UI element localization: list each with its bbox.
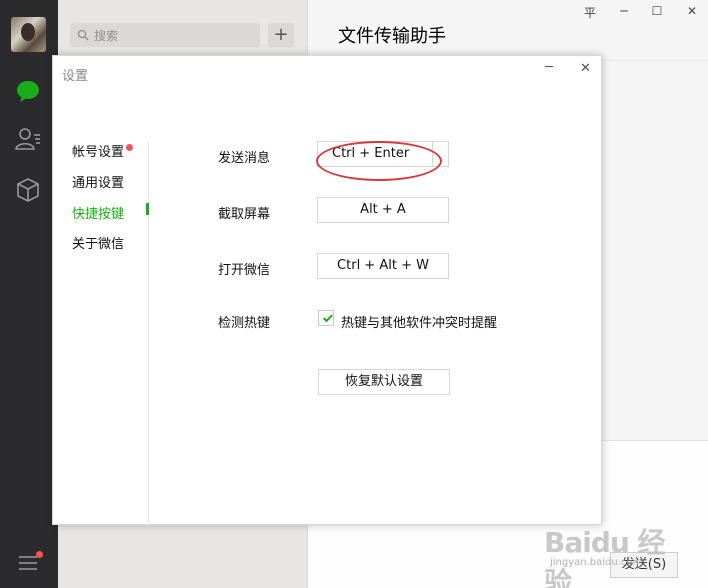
close-button[interactable]: ✕: [684, 4, 700, 18]
nav-general-settings[interactable]: 通用设置: [72, 172, 124, 191]
menu-icon[interactable]: [18, 555, 38, 571]
restore-defaults-button[interactable]: 恢复默认设置: [318, 369, 450, 395]
checkmark-icon: [322, 312, 333, 323]
nav-about-wechat[interactable]: 关于微信: [72, 233, 124, 252]
hotkey-conflict-checkbox[interactable]: [318, 310, 334, 326]
pin-button[interactable]: 平: [582, 4, 598, 21]
screenshot-label: 截取屏幕: [218, 207, 271, 222]
nav-shortcut-keys[interactable]: 快捷按键: [72, 203, 124, 222]
dialog-minimize-button[interactable]: ─: [545, 60, 553, 75]
mini-program-box-icon[interactable]: [14, 176, 42, 204]
add-button[interactable]: +: [268, 23, 294, 47]
left-sidebar: [0, 0, 58, 588]
settings-dialog: 设置 ─ ✕ 帐号设置 通用设置 快捷按键 关于微信 发送消息 Ctrl + E…: [52, 55, 602, 526]
search-placeholder: 搜索: [94, 29, 119, 43]
annotation-circle: [316, 141, 442, 181]
maximize-button[interactable]: ☐: [649, 4, 665, 18]
chat-icon[interactable]: [14, 77, 42, 105]
dialog-close-button[interactable]: ✕: [580, 61, 591, 76]
search-input[interactable]: 搜索: [70, 23, 260, 47]
search-icon: [77, 29, 89, 41]
contacts-icon[interactable]: [14, 125, 42, 153]
about-notification-dot: [126, 144, 133, 151]
nav-separator: [148, 141, 149, 526]
nav-active-indicator: [146, 203, 149, 215]
menu-notification-dot: [36, 551, 43, 558]
chat-title: 文件传输助手: [338, 26, 446, 47]
minimize-button[interactable]: ─: [616, 4, 632, 18]
hotkey-conflict-label[interactable]: 热键与其他软件冲突时提醒: [341, 312, 497, 331]
send-button[interactable]: 发送(S): [610, 552, 678, 578]
dialog-title: 设置: [62, 69, 89, 84]
screenshot-shortcut-field[interactable]: Alt + A: [317, 197, 449, 223]
nav-account-settings[interactable]: 帐号设置: [72, 141, 124, 160]
user-avatar[interactable]: [11, 17, 46, 52]
open-wechat-shortcut-field[interactable]: Ctrl + Alt + W: [317, 253, 449, 279]
detect-hotkey-label: 检测热键: [218, 316, 271, 331]
open-wechat-label: 打开微信: [218, 263, 271, 278]
send-message-label: 发送消息: [218, 151, 271, 166]
